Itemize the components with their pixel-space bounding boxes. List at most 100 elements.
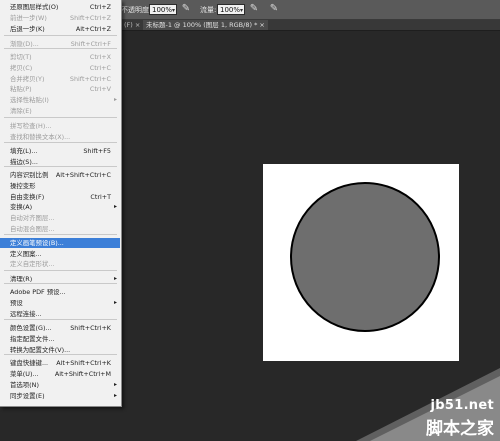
menu-item[interactable]: 填充(L)... Shift+F5 (0, 146, 120, 156)
menu-item[interactable]: 菜单(U)... Alt+Shift+Ctrl+M (0, 369, 120, 379)
menu-item-shortcut: Ctrl+C (89, 64, 111, 72)
menu-item: 粘贴(P) Ctrl+V (0, 84, 120, 94)
menu-separator (4, 283, 117, 284)
menu-item-label: 自动混合图层... (10, 225, 55, 233)
menu-item-label: 合并拷贝(Y) (10, 75, 45, 83)
menu-item-label: 填充(L)... (10, 147, 38, 155)
menu-item-label: 内容识别比例 (10, 171, 49, 179)
submenu-arrow-icon: ▸ (113, 381, 117, 388)
chevron-down-icon: ▾ (239, 7, 243, 14)
menu-item: 自动对齐图层... (0, 213, 120, 223)
tab-untitled-1[interactable]: 未标题-1 @ 100% (图层 1, RGB/8) * × (143, 20, 268, 30)
menu-separator (4, 142, 117, 143)
document-canvas[interactable] (263, 164, 459, 361)
menu-item: 合并拷贝(Y) Shift+Ctrl+C (0, 74, 120, 84)
menu-item-label: 粘贴(P) (10, 85, 32, 93)
menu-item-shortcut: Alt+Shift+Ctrl+M (54, 370, 111, 378)
menu-item[interactable]: 同步设置(E) ▸ (0, 391, 120, 401)
menu-item-shortcut: Ctrl+T (90, 193, 111, 201)
menu-separator (4, 35, 117, 36)
menu-item[interactable]: 还原图层样式(O) Ctrl+Z (0, 2, 120, 12)
menu-item: 拼写检查(H)... (0, 121, 120, 131)
submenu-arrow-icon: ▸ (113, 203, 117, 210)
menu-item-label: 拼写检查(H)... (10, 122, 52, 130)
canvas-artwork (290, 182, 440, 332)
menu-item-label: 还原图层样式(O) (10, 3, 59, 11)
menu-item: 查找和替换文本(X)... (0, 132, 120, 142)
menu-item-label: 拷贝(C) (10, 64, 33, 72)
menu-item-shortcut: Ctrl+V (89, 85, 111, 93)
flow-label: 流量: (200, 6, 217, 14)
menu-item-label: 定义画笔预设(B)... (10, 239, 64, 247)
menu-item[interactable]: 定义图案... (0, 249, 120, 259)
menu-item[interactable]: 颜色设置(G)... Shift+Ctrl+K (0, 323, 120, 333)
menu-item-label: 颜色设置(G)... (10, 324, 52, 332)
menu-separator (4, 270, 117, 271)
menu-item-shortcut: Shift+F5 (83, 147, 111, 155)
watermark-url: jb51.net (430, 398, 494, 413)
menu-item-label: 操控变形 (10, 182, 36, 190)
gray-circle (290, 182, 440, 332)
menu-item-label: 首选项(N) (10, 381, 39, 389)
menu-item: 拷贝(C) Ctrl+C (0, 63, 120, 73)
menu-separator (4, 117, 117, 118)
menu-item[interactable]: 内容识别比例 Alt+Shift+Ctrl+C (0, 170, 120, 180)
menu-item[interactable]: 后退一步(K) Alt+Ctrl+Z (0, 24, 120, 34)
menu-item-shortcut: Ctrl+X (89, 53, 111, 61)
tab-previous-document[interactable]: (F) × (121, 20, 143, 30)
menu-separator (4, 354, 117, 355)
flow-field[interactable]: 100% ▾ (217, 4, 245, 15)
menu-item[interactable]: 自由变换(F) Ctrl+T (0, 192, 120, 202)
menu-item-label: 定义自定形状... (10, 260, 55, 268)
menu-item: 定义自定形状... (0, 259, 120, 269)
menu-separator (4, 48, 117, 49)
menu-item-label: 键盘快捷键... (10, 359, 49, 367)
menu-item[interactable]: 定义画笔预设(B)... (0, 238, 120, 248)
menu-item-shortcut: Alt+Shift+Ctrl+C (55, 171, 111, 179)
airbrush-pressure-icon[interactable]: ✎ (180, 3, 192, 15)
watermark-name: 脚本之家 (426, 419, 494, 439)
submenu-arrow-icon: ▸ (113, 299, 117, 306)
menu-item[interactable]: 首选项(N) ▸ (0, 380, 120, 390)
menu-item-label: 菜单(U)... (10, 370, 39, 378)
menu-item-shortcut: Shift+Ctrl+Z (70, 14, 111, 22)
menu-item[interactable]: 键盘快捷键... Alt+Shift+Ctrl+K (0, 358, 120, 368)
menu-item[interactable]: Adobe PDF 预设... (0, 287, 120, 297)
menu-item-label: 自由变换(F) (10, 193, 45, 201)
menu-item-shortcut: Shift+Ctrl+K (70, 324, 111, 332)
menu-item-label: 选择性粘贴(I) (10, 96, 49, 104)
menu-item-label: 同步设置(E) (10, 392, 45, 400)
menu-item[interactable]: 预设 ▸ (0, 298, 120, 308)
menu-item-label: 前进一步(W) (10, 14, 47, 22)
menu-item-label: 预设 (10, 299, 23, 307)
edit-menu: 还原图层样式(O) Ctrl+Z 前进一步(W) Shift+Ctrl+Z 后退一步(K… (0, 0, 122, 407)
menu-item-label: 远程连接... (10, 310, 42, 318)
tablet-pressure-icon[interactable]: ✎ (268, 3, 280, 15)
menu-separator (4, 319, 117, 320)
opacity-field[interactable]: 100% ▾ (149, 4, 177, 15)
menu-item-shortcut: Ctrl+Z (89, 3, 111, 11)
menu-item[interactable]: 指定配置文件... (0, 334, 120, 344)
menu-item-label: 变换(A) (10, 203, 33, 211)
submenu-arrow-icon: ▸ (113, 392, 117, 399)
menu-item: 自动混合图层... (0, 224, 120, 234)
menu-item-label: 清除(E) (10, 107, 32, 115)
menu-separator (4, 234, 117, 235)
opacity-value: 100% (152, 6, 173, 14)
menu-separator (4, 166, 117, 167)
menu-item-shortcut: Shift+Ctrl+C (69, 75, 111, 83)
menu-item-label: 指定配置文件... (10, 335, 55, 343)
airbrush-icon[interactable]: ✎ (248, 3, 260, 15)
submenu-arrow-icon: ▸ (113, 96, 117, 103)
flow-value: 100% (220, 6, 241, 14)
menu-item-shortcut: Alt+Shift+Ctrl+K (56, 359, 111, 367)
menu-item[interactable]: 远程连接... (0, 309, 120, 319)
menu-item[interactable]: 操控变形 (0, 181, 120, 191)
menu-item-label: 后退一步(K) (10, 25, 45, 33)
opacity-label: 不透明度: (121, 6, 152, 14)
menu-item[interactable]: 变换(A) ▸ (0, 202, 120, 212)
menu-item-shortcut: Alt+Ctrl+Z (75, 25, 111, 33)
menu-item-label: 剪切(T) (10, 53, 32, 61)
menu-item-label: Adobe PDF 预设... (10, 288, 66, 296)
menu-item: 前进一步(W) Shift+Ctrl+Z (0, 13, 120, 23)
